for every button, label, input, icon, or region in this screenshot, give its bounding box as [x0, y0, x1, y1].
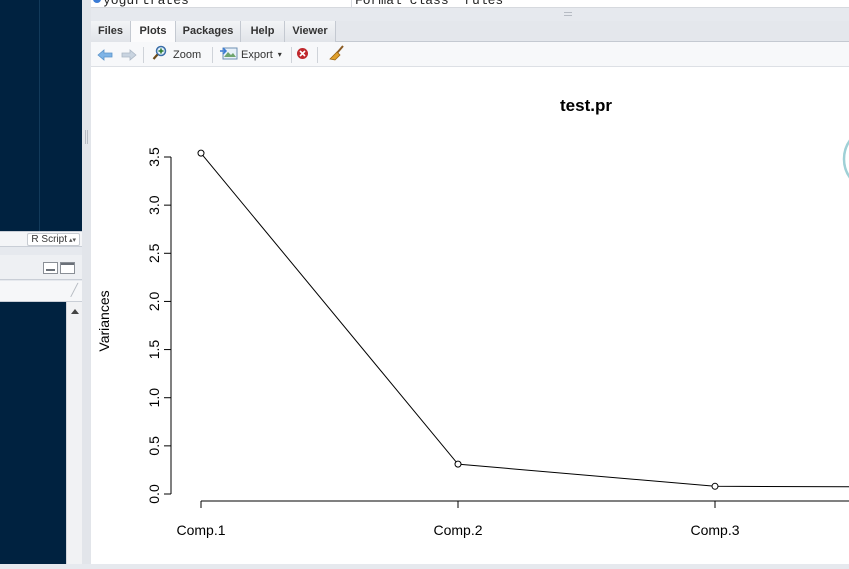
forward-button[interactable] [121, 42, 137, 67]
object-icon [93, 0, 101, 3]
console-header [0, 255, 82, 280]
updown-chevron-icon: ▴▾ [68, 237, 76, 244]
clear-plots-button[interactable] [329, 42, 345, 67]
source-editor[interactable] [0, 0, 82, 231]
y-tick-label: 0.5 [146, 436, 162, 456]
data-point [454, 460, 462, 468]
pane-tabbar: Files Plots Packages Help Viewer [91, 21, 849, 43]
zoom-button[interactable]: Zoom [152, 42, 201, 67]
data-point [197, 149, 205, 157]
source-status-bar: R Script ▴▾ [0, 231, 82, 247]
environment-object-value: Formal class 'rules' [355, 0, 512, 8]
editor-gutter-divider [39, 0, 40, 231]
y-axis-label: Variances [96, 290, 112, 351]
maximize-pane-icon[interactable] [60, 262, 75, 274]
tab-plots[interactable]: Plots [131, 21, 176, 43]
toolbar-separator [212, 47, 213, 63]
splitter-grip [564, 12, 572, 16]
tab-packages[interactable]: Packages [176, 21, 241, 42]
filetype-label: R Script [31, 234, 67, 245]
y-tick-label: 1.0 [146, 388, 162, 408]
plots-toolbar: Zoom Export ▾ [91, 42, 849, 67]
decorative-circle [842, 139, 849, 179]
console-toolbar: ╱ [0, 281, 82, 302]
arrow-right-icon [121, 48, 137, 62]
environment-list: yogurtrates Formal class 'rules' [91, 0, 849, 8]
broom-icon[interactable]: ╱ [71, 283, 78, 297]
zoom-icon [152, 45, 168, 64]
splitter-grip [85, 130, 88, 144]
broom-icon [329, 45, 345, 64]
tab-viewer[interactable]: Viewer [285, 21, 336, 42]
series-line [200, 152, 849, 488]
export-label: Export [241, 48, 273, 61]
remove-plot-button[interactable] [296, 42, 309, 67]
y-tick-label: 3.0 [146, 195, 162, 215]
y-tick-label: 1.5 [146, 340, 162, 360]
y-tick-label: 0.0 [146, 484, 162, 504]
plot-viewer[interactable]: test.pr 0.0 0.5 1.0 1.5 2.0 2.5 3.0 3.5 Comp.1 C… [91, 67, 849, 564]
console-output[interactable] [0, 302, 66, 564]
x-tick-label: Comp.3 [690, 522, 739, 538]
y-tick-label: 3.5 [146, 147, 162, 167]
zoom-label: Zoom [173, 48, 202, 61]
horizontal-splitter[interactable] [91, 9, 849, 21]
tab-files[interactable]: Files [91, 21, 131, 42]
x-tick-label: Comp.1 [176, 522, 225, 538]
vertical-splitter[interactable] [82, 0, 91, 564]
export-icon [220, 46, 238, 63]
plot-title: test.pr [560, 96, 612, 115]
filetype-selector[interactable]: R Script ▴▾ [27, 233, 80, 246]
arrow-left-icon [97, 48, 113, 62]
dropdown-caret-icon: ▾ [277, 50, 282, 59]
export-menu-button[interactable]: Export ▾ [220, 42, 282, 67]
x-tick-label: Comp.2 [433, 522, 482, 538]
tab-help[interactable]: Help [241, 21, 285, 42]
data-point [711, 482, 719, 490]
pane-gap [0, 247, 82, 255]
y-tick-label: 2.0 [146, 291, 162, 311]
scree-plot: test.pr 0.0 0.5 1.0 1.5 2.0 2.5 3.0 3.5 Comp.1 C… [96, 96, 849, 538]
column-divider [351, 0, 352, 7]
toolbar-separator [291, 47, 292, 63]
back-button[interactable] [97, 42, 113, 67]
toolbar-separator [143, 47, 144, 63]
environment-object-name[interactable]: yogurtrates [103, 0, 189, 7]
remove-plot-icon [296, 47, 309, 63]
scroll-up-icon[interactable] [71, 309, 79, 314]
toolbar-separator [317, 47, 318, 63]
minimize-pane-icon[interactable] [43, 262, 58, 274]
y-tick-label: 2.5 [146, 243, 162, 263]
console-scrollbar[interactable] [66, 302, 82, 564]
